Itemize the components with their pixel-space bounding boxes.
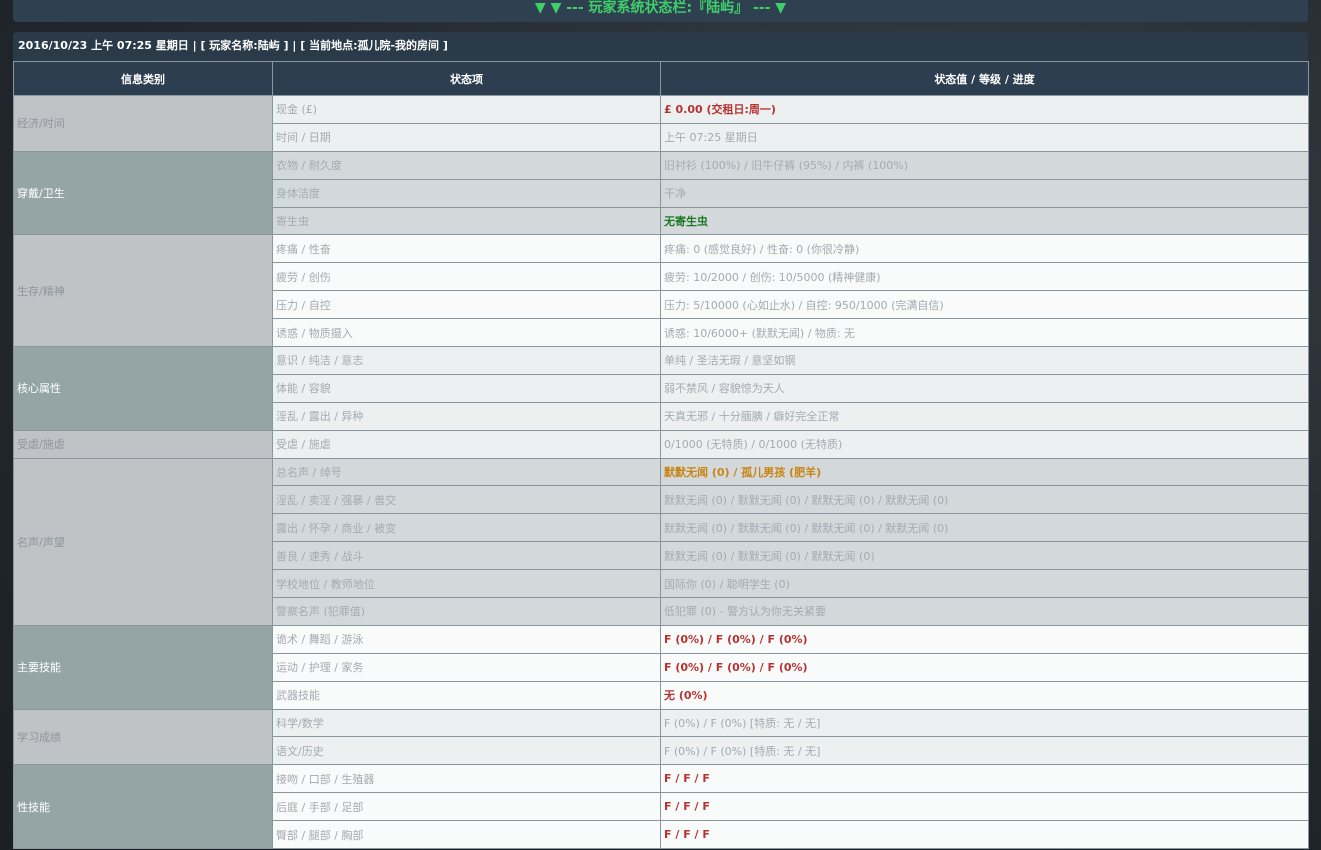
value-cell: 低犯罪 (0) - 警方认为你无关紧要: [660, 597, 1309, 626]
value-cell: 上午 07:25 星期日: [660, 122, 1309, 152]
item-cell: 武器技能: [272, 680, 661, 710]
item-cell: 学校地位 / 教师地位: [272, 569, 661, 599]
table-row: 经济/时间 现金 (£) £ 0.00 (交租日:周一): [13, 95, 1309, 152]
header-category: 信息类别: [13, 61, 273, 96]
item-cell: 体能 / 容貌: [272, 373, 661, 403]
value-cell: 无 (0%): [660, 680, 1309, 710]
category-cell: 名声/声望: [13, 457, 273, 626]
value-cell: 单纯 / 圣洁无瑕 / 意坚如钢: [660, 346, 1309, 375]
value-cell: F / F / F: [660, 764, 1309, 794]
value-cell: F (0%) / F (0%) / F (0%): [660, 624, 1309, 654]
item-cell: 善良 / 速秀 / 战斗: [272, 541, 661, 571]
value-cell: £ 0.00 (交租日:周一): [660, 95, 1309, 124]
item-cell: 身体洁度: [272, 178, 661, 208]
value-cell: 默默无闻 (0) / 默默无闻 (0) / 默默无闻 (0) / 默默无闻 (0…: [660, 485, 1309, 515]
item-cell: 淫乱 / 露出 / 异种: [272, 401, 661, 431]
value-cell: 无寄生虫: [660, 206, 1309, 236]
category-cell: 受虐/施虐: [13, 429, 273, 459]
item-cell: 语文/历史: [272, 736, 661, 766]
category-cell: 性技能: [13, 764, 273, 850]
table-row: 穿戴/卫生 衣物 / 耐久度 旧衬衫 (100%) / 旧牛仔裤 (95%) /…: [13, 150, 1309, 236]
item-cell: 衣物 / 耐久度: [272, 150, 661, 180]
item-cell: 警察名声 (犯罪值): [272, 597, 661, 626]
item-cell: 后庭 / 手部 / 足部: [272, 792, 661, 822]
value-cell: 默默无闻 (0) / 默默无闻 (0) / 默默无闻 (0) / 默默无闻 (0…: [660, 513, 1309, 543]
item-cell: 受虐 / 施虐: [272, 429, 661, 459]
category-cell: 穿戴/卫生: [13, 150, 273, 236]
table-row: 名声/声望 总名声 / 绰号 默默无闻 (0) / 孤儿男孩 (肥羊): [13, 457, 1309, 626]
category-cell: 生存/精神: [13, 234, 273, 348]
item-cell: 疲劳 / 创伤: [272, 262, 661, 292]
item-cell: 淫乱 / 卖淫 / 强暴 / 兽交: [272, 485, 661, 515]
item-cell: 运动 / 护理 / 家务: [272, 652, 661, 682]
item-cell: 意识 / 纯洁 / 意志: [272, 346, 661, 375]
header-value: 状态值 / 等级 / 进度: [660, 61, 1309, 96]
value-cell: 天真无邪 / 十分腼腆 / 癖好完全正常: [660, 401, 1309, 431]
status-panel: 2016/10/23 上午 07:25 星期日 | [ 玩家名称:陆屿 ] | …: [13, 32, 1309, 850]
item-cell: 时间 / 日期: [272, 122, 661, 152]
category-cell: 核心属性: [13, 346, 273, 431]
item-cell: 臀部 / 腿部 / 胸部: [272, 820, 661, 850]
value-cell: 国际你 (0) / 聪明学生 (0): [660, 569, 1309, 599]
value-cell: 默默无闻 (0) / 默默无闻 (0) / 默默无闻 (0): [660, 541, 1309, 571]
value-cell: 干净: [660, 178, 1309, 208]
header-item: 状态项: [272, 61, 661, 96]
value-cell: 压力: 5/10000 (心如止水) / 自控: 950/1000 (完满自信): [660, 290, 1309, 320]
item-cell: 压力 / 自控: [272, 290, 661, 320]
table-header-row: 信息类别 状态项 状态值 / 等级 / 进度: [13, 61, 1309, 96]
category-cell: 主要技能: [13, 624, 273, 710]
value-cell: F / F / F: [660, 820, 1309, 850]
value-cell: 默默无闻 (0) / 孤儿男孩 (肥羊): [660, 457, 1309, 487]
item-cell: 疼痛 / 性奋: [272, 234, 661, 264]
item-cell: 诡术 / 舞蹈 / 游泳: [272, 624, 661, 654]
value-cell: 弱不禁风 / 容貌惊为天人: [660, 373, 1309, 403]
item-cell: 接吻 / 口部 / 生殖器: [272, 764, 661, 794]
value-cell: 旧衬衫 (100%) / 旧牛仔裤 (95%) / 内裤 (100%): [660, 150, 1309, 180]
item-cell: 现金 (£): [272, 95, 661, 124]
item-cell: 诱惑 / 物质摄入: [272, 318, 661, 348]
item-cell: 总名声 / 绰号: [272, 457, 661, 487]
status-table: 信息类别 状态项 状态值 / 等级 / 进度 经济/时间 现金 (£) £ 0.…: [13, 61, 1309, 850]
value-cell: F (0%) / F (0%) [特质: 无 / 无]: [660, 736, 1309, 766]
category-cell: 学习成绩: [13, 708, 273, 766]
table-row: 学习成绩 科学/数学 F (0%) / F (0%) [特质: 无 / 无]: [13, 708, 1309, 766]
value-cell: F (0%) / F (0%) / F (0%): [660, 652, 1309, 682]
item-cell: 寄生虫: [272, 206, 661, 236]
table-row: 主要技能 诡术 / 舞蹈 / 游泳 F (0%) / F (0%) / F (0…: [13, 624, 1309, 710]
value-cell: 诱惑: 10/6000+ (默默无闻) / 物质: 无: [660, 318, 1309, 348]
value-cell: 0/1000 (无特质) / 0/1000 (无特质): [660, 429, 1309, 459]
table-row: 受虐/施虐 受虐 / 施虐 0/1000 (无特质) / 0/1000 (无特质…: [13, 429, 1309, 459]
value-cell: 疼痛: 0 (感觉良好) / 性奋: 0 (你很冷静): [660, 234, 1309, 264]
value-cell: F / F / F: [660, 792, 1309, 822]
info-bar: 2016/10/23 上午 07:25 星期日 | [ 玩家名称:陆屿 ] | …: [18, 39, 448, 52]
table-row: 核心属性 意识 / 纯洁 / 意志 单纯 / 圣洁无瑕 / 意坚如钢: [13, 346, 1309, 431]
table-row: 生存/精神 疼痛 / 性奋 疼痛: 0 (感觉良好) / 性奋: 0 (你很冷静…: [13, 234, 1309, 348]
status-bar-banner: ▼ ▼ --- 玩家系统状态栏:『陆屿』 --- ▼: [13, 0, 1308, 22]
value-cell: 疲劳: 10/2000 / 创伤: 10/5000 (精神健康): [660, 262, 1309, 292]
table-row: 性技能 接吻 / 口部 / 生殖器 F / F / F: [13, 764, 1309, 850]
value-cell: F (0%) / F (0%) [特质: 无 / 无]: [660, 708, 1309, 738]
item-cell: 露出 / 怀孕 / 商业 / 被变: [272, 513, 661, 543]
item-cell: 科学/数学: [272, 708, 661, 738]
category-cell: 经济/时间: [13, 95, 273, 152]
